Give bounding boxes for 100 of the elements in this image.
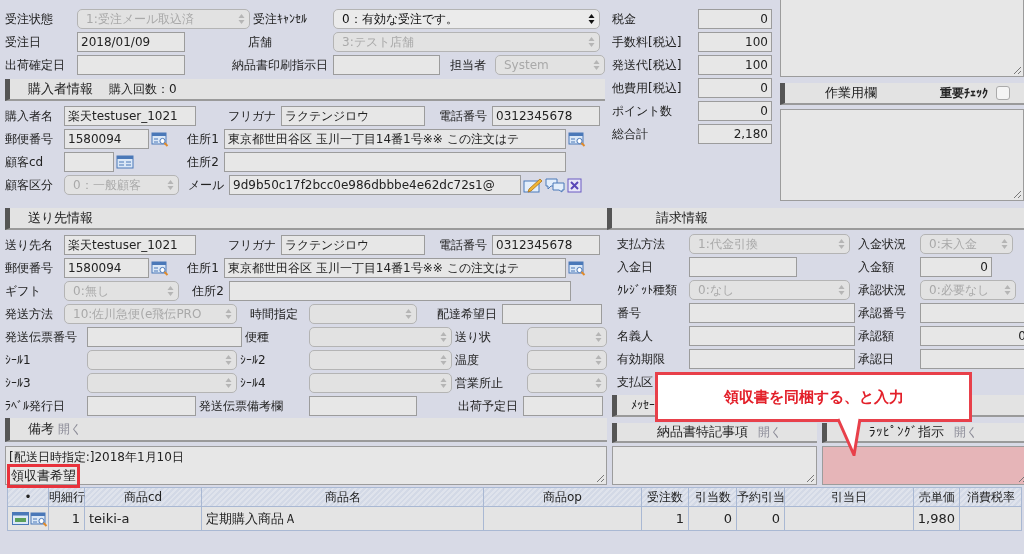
section-title: 購入者情報 <box>28 80 93 98</box>
table-cell: 1 <box>642 507 689 531</box>
delivery-note-area[interactable] <box>612 446 817 485</box>
text-field[interactable]: ラクテンジロウ <box>281 235 425 255</box>
resize-grip-icon[interactable] <box>806 474 815 483</box>
field-label: 郵便番号 <box>5 259 54 277</box>
number-field[interactable]: 2,180 <box>698 124 772 144</box>
field-label: ギフト <box>5 282 42 300</box>
updown-arrows-icon <box>1004 284 1011 296</box>
text-field[interactable]: 2018/01/09 <box>77 32 185 52</box>
field-label: 総合計 <box>612 125 649 143</box>
wrapping-instructions-area[interactable] <box>822 446 1024 485</box>
updown-arrows-icon <box>440 354 447 366</box>
updown-arrows-icon <box>838 284 845 296</box>
pencil-icon[interactable] <box>523 177 543 193</box>
table-cell: teiki-a <box>85 507 202 531</box>
text-field[interactable]: 0312345678 <box>492 106 600 126</box>
text-field[interactable]: 1580094 <box>64 258 149 278</box>
field-label: ポイント数 <box>612 102 673 120</box>
text-field[interactable] <box>224 152 566 172</box>
lookup-icon[interactable] <box>151 131 169 147</box>
select-field[interactable]: 0：有効な受注です。 <box>333 9 600 29</box>
field-label: 承認日 <box>858 350 895 368</box>
column-header[interactable]: 商品名 <box>202 487 484 507</box>
field-label: フリガナ <box>227 236 277 254</box>
text-field[interactable]: 楽天testuser_1021 <box>64 235 196 255</box>
work-notes-area[interactable] <box>780 109 1024 201</box>
text-field[interactable]: 9d9b50c17f2bcc0e986dbbbe4e62dc72s1@ <box>229 175 521 195</box>
field-label: 店舗 <box>246 33 273 51</box>
memo-area[interactable] <box>780 0 1024 77</box>
number-field[interactable]: 0 <box>920 257 992 277</box>
column-header[interactable]: 消費税率 <box>960 487 1022 507</box>
column-header[interactable]: 商品cd <box>85 487 202 507</box>
text-field[interactable] <box>229 281 571 301</box>
text-field[interactable]: 東京都世田谷区 玉川一丁目14番1号※※ この注文はテ <box>224 129 566 149</box>
column-header[interactable]: • <box>8 487 49 507</box>
column-header[interactable]: 引当数 <box>689 487 737 507</box>
field-label: 電話番号 <box>438 107 488 125</box>
field-label: 温度 <box>455 351 480 369</box>
lookup-icon[interactable] <box>568 260 586 276</box>
field-label: ｼｰﾙ3 <box>5 376 32 390</box>
column-header[interactable]: 予約引当 <box>737 487 785 507</box>
text-field[interactable]: ラクテンジロウ <box>281 106 425 126</box>
field-label: メール <box>187 176 225 194</box>
field-label: 住所1 <box>186 130 220 148</box>
close-icon[interactable] <box>567 177 582 193</box>
field-label: 顧客cd <box>5 153 45 171</box>
lookup-icon[interactable] <box>568 131 586 147</box>
number-field[interactable]: 0 <box>698 9 772 29</box>
number-field[interactable]: 100 <box>698 55 772 75</box>
text-field[interactable] <box>502 304 602 324</box>
field-label: 発送代[税込] <box>612 56 683 74</box>
remarks-area[interactable]: [配送日時指定:]2018年1月10日 領収書希望 <box>5 446 607 485</box>
column-header[interactable]: 引当日 <box>785 487 914 507</box>
column-header[interactable]: 商品op <box>484 487 642 507</box>
number-field[interactable]: 0 <box>698 101 772 121</box>
field-label: 送り先名 <box>5 236 54 254</box>
checkbox[interactable] <box>996 86 1010 100</box>
table-cell: 1 <box>49 507 85 531</box>
column-header[interactable]: 受注数 <box>642 487 689 507</box>
field-label: 営業所止 <box>455 374 504 392</box>
column-header[interactable]: 売単価 <box>914 487 960 507</box>
text-field[interactable] <box>920 349 1024 369</box>
text-field[interactable] <box>64 152 114 172</box>
resize-grip-icon[interactable] <box>596 474 605 483</box>
resize-grip-icon[interactable] <box>1013 190 1022 199</box>
text-field[interactable] <box>309 396 417 416</box>
resize-grip-icon[interactable] <box>1013 66 1022 75</box>
speech-bubbles-icon[interactable] <box>545 177 565 193</box>
text-field[interactable] <box>920 303 1024 323</box>
text-field[interactable]: 東京都世田谷区 玉川一丁目14番1号※※ この注文はテ <box>224 258 566 278</box>
text-field[interactable]: 1580094 <box>64 129 149 149</box>
lookup-icon[interactable] <box>30 510 48 527</box>
field-label: 担当者 <box>449 56 487 74</box>
text-field[interactable] <box>523 396 603 416</box>
text-field[interactable] <box>77 55 185 75</box>
text-field[interactable] <box>689 349 855 369</box>
column-header[interactable]: 明細行 <box>49 487 85 507</box>
text-field[interactable] <box>689 303 855 323</box>
lookup-icon[interactable] <box>151 260 169 276</box>
text-field[interactable]: 楽天testuser_1021 <box>64 106 196 126</box>
field-label: ｸﾚｼﾞｯﾄ種類 <box>617 281 678 299</box>
text-field[interactable] <box>333 55 440 75</box>
text-field[interactable] <box>689 326 855 346</box>
text-field[interactable]: 0312345678 <box>492 235 600 255</box>
field-label: 発送方法 <box>5 305 54 323</box>
updown-arrows-icon <box>167 179 174 191</box>
card-icon[interactable] <box>116 154 134 170</box>
picture-card-icon[interactable] <box>12 511 29 526</box>
field-label: 支払区 <box>617 373 654 391</box>
field-label: 時間指定 <box>248 305 299 323</box>
field-label: 税金 <box>612 10 637 28</box>
section-title: 送り先情報 <box>28 209 93 227</box>
number-field[interactable]: 100 <box>698 32 772 52</box>
text-field[interactable] <box>689 257 797 277</box>
text-field[interactable] <box>87 327 242 347</box>
updown-arrows-icon <box>238 13 245 25</box>
number-field[interactable]: 0 <box>698 78 772 98</box>
updown-arrows-icon <box>595 354 602 366</box>
text-field[interactable] <box>87 396 196 416</box>
